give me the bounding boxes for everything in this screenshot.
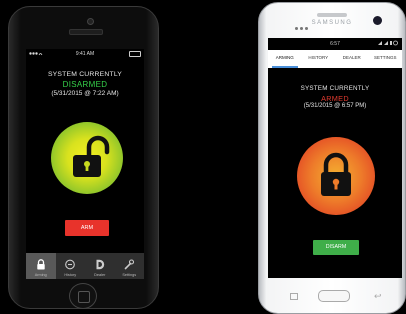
status-bar: 9:41 AM: [26, 49, 144, 58]
tab-label: Dealer: [94, 273, 106, 277]
status-icons: [378, 40, 398, 48]
arming-status-orb[interactable]: [51, 122, 123, 194]
tab-dealer[interactable]: Dealer: [85, 253, 115, 279]
status-timestamp: (5/31/2015 @ 6:57 PM): [303, 103, 367, 109]
top-tab-bar: ARMING HISTORY DEALER SETTINGS: [268, 50, 402, 68]
status-value: ARMED: [321, 94, 349, 103]
tab-arming[interactable]: Arming: [26, 253, 56, 279]
home-button[interactable]: [318, 290, 350, 302]
tab-label: History: [64, 273, 77, 277]
brand-logo: SAMSUNG: [311, 20, 353, 26]
status-value: DISARMED: [62, 80, 108, 89]
unlocked-padlock-icon: [73, 135, 110, 177]
earpiece-speaker: [317, 13, 347, 17]
samsung-device: SAMSUNG 6:57 ARMING HISTORY DEALER SETTI…: [258, 2, 406, 314]
tab-history[interactable]: History: [56, 253, 86, 279]
tab-dealer[interactable]: DEALER: [335, 50, 369, 68]
galaxy-screen: 6:57 ARMING HISTORY DEALER SETTINGS SYST…: [268, 38, 402, 278]
status-heading: SYSTEM CURRENTLY: [300, 85, 370, 92]
earpiece-speaker: [69, 29, 103, 35]
locked-padlock-icon: [321, 152, 351, 196]
arming-status-orb[interactable]: [297, 137, 375, 215]
status-time: 9:41 AM: [75, 51, 95, 57]
status-heading: SYSTEM CURRENTLY: [47, 71, 123, 78]
recent-apps-key[interactable]: [290, 293, 298, 300]
bottom-tab-bar: Arming History Dealer Settings: [26, 253, 144, 279]
home-button[interactable]: [69, 283, 97, 309]
battery-icon: [129, 51, 141, 57]
iphone-device: 9:41 AM SYSTEM CURRENTLY DISARMED (5/31/…: [8, 6, 159, 309]
tab-label: Settings: [122, 273, 137, 277]
iphone-screen: 9:41 AM SYSTEM CURRENTLY DISARMED (5/31/…: [26, 49, 144, 279]
front-camera: [87, 18, 94, 25]
tab-settings[interactable]: Settings: [115, 253, 145, 279]
disarm-button[interactable]: DISARM: [313, 240, 359, 255]
tab-arming[interactable]: ARMING: [268, 50, 302, 68]
tab-history[interactable]: HISTORY: [302, 50, 336, 68]
arm-button[interactable]: ARM: [65, 220, 109, 236]
status-bar: 6:57: [268, 38, 402, 48]
tab-settings[interactable]: SETTINGS: [369, 50, 403, 68]
back-key-icon[interactable]: ↩: [374, 291, 382, 302]
tab-label: Arming: [34, 273, 47, 277]
status-timestamp: (5/31/2015 @ 7:22 AM): [51, 90, 119, 97]
